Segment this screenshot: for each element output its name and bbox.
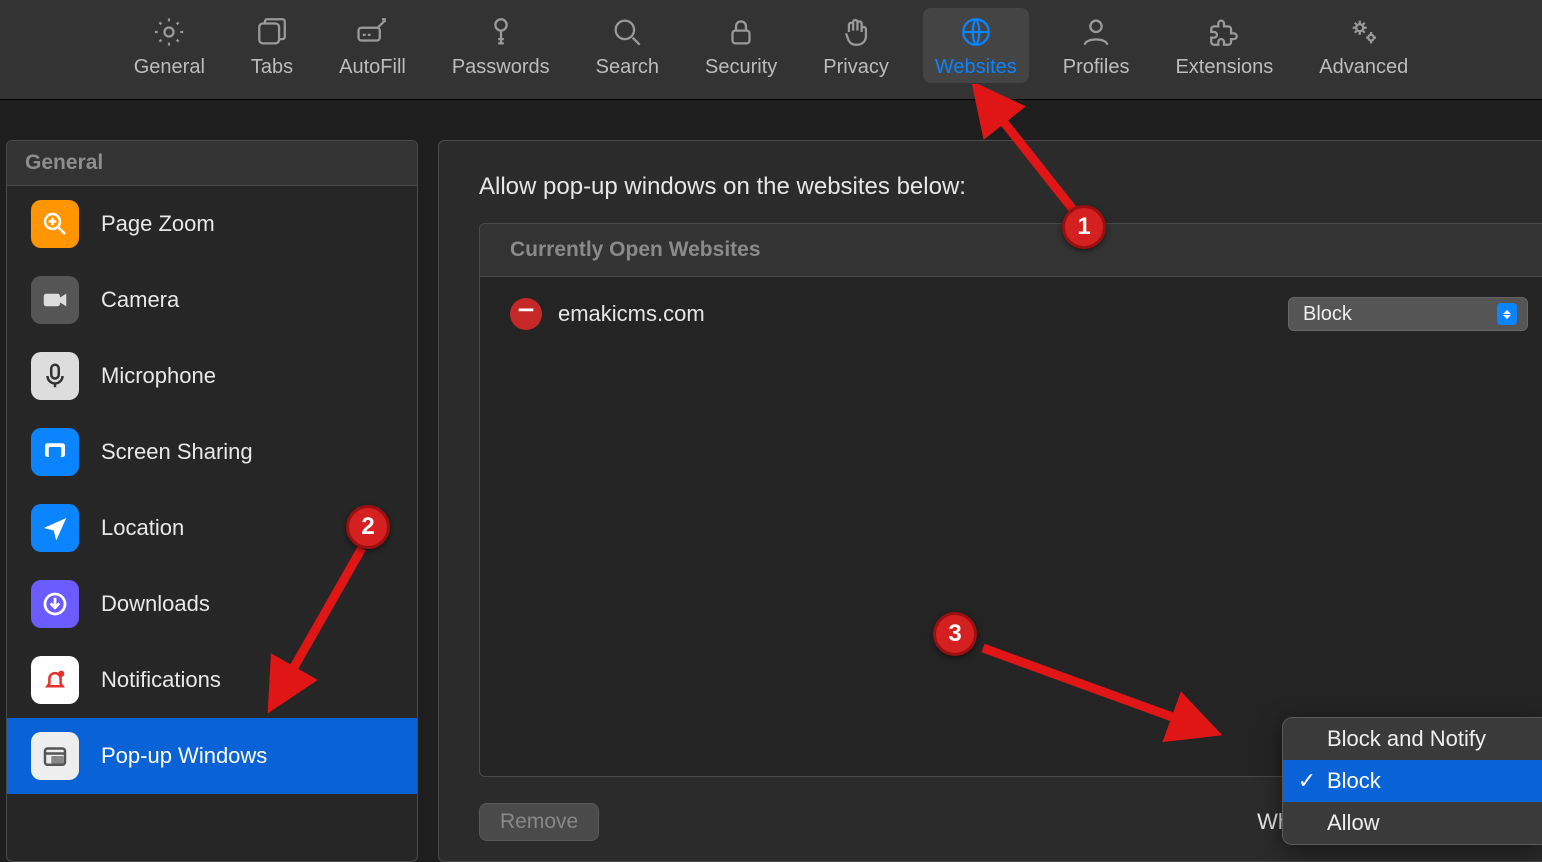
toolbar-passwords[interactable]: Passwords xyxy=(440,8,562,83)
toolbar-label: Tabs xyxy=(251,56,293,79)
toolbar-label: Websites xyxy=(935,56,1017,79)
sidebar-item-popup-windows[interactable]: Pop-up Windows xyxy=(7,718,417,794)
sidebar-item-microphone[interactable]: Microphone xyxy=(7,338,417,414)
toolbar-label: Passwords xyxy=(452,56,550,79)
check-icon: ✓ xyxy=(1297,768,1317,794)
menu-item-label: Block xyxy=(1327,768,1381,794)
website-list-box: Currently Open Websites emakicms.com Blo… xyxy=(479,223,1542,777)
downloads-icon xyxy=(31,580,79,628)
toolbar-label: General xyxy=(134,56,205,79)
toolbar-search[interactable]: Search xyxy=(584,8,671,83)
toolbar-extensions[interactable]: Extensions xyxy=(1163,8,1285,83)
menu-item-block-and-notify[interactable]: Block and Notify xyxy=(1283,718,1542,760)
puzzle-icon xyxy=(1206,14,1242,50)
annotation-badge-2: 2 xyxy=(346,505,390,549)
tabs-icon xyxy=(254,14,290,50)
toolbar-autofill[interactable]: AutoFill xyxy=(327,8,418,83)
gear-icon xyxy=(151,14,187,50)
bell-icon xyxy=(31,656,79,704)
sidebar-item-label: Page Zoom xyxy=(101,211,215,237)
sidebar-item-label: Pop-up Windows xyxy=(101,743,267,769)
toolbar-advanced[interactable]: Advanced xyxy=(1307,8,1420,83)
toolbar-tabs[interactable]: Tabs xyxy=(239,8,305,83)
sidebar-item-screen-sharing[interactable]: Screen Sharing xyxy=(7,414,417,490)
toolbar-websites[interactable]: Websites xyxy=(923,8,1029,83)
microphone-icon xyxy=(31,352,79,400)
camera-icon xyxy=(31,276,79,324)
screen-sharing-icon xyxy=(31,428,79,476)
toolbar-general[interactable]: General xyxy=(122,8,217,83)
dropdown-value: Block xyxy=(1303,303,1352,326)
menu-item-block[interactable]: ✓ Block xyxy=(1283,760,1542,802)
toolbar-profiles[interactable]: Profiles xyxy=(1051,8,1142,83)
currently-open-header: Currently Open Websites xyxy=(480,224,1542,277)
menu-item-label: Block and Notify xyxy=(1327,726,1486,752)
globe-icon xyxy=(958,14,994,50)
menu-item-label: Allow xyxy=(1327,810,1380,836)
sidebar-item-page-zoom[interactable]: Page Zoom xyxy=(7,186,417,262)
sidebar-item-label: Location xyxy=(101,515,184,541)
website-row[interactable]: emakicms.com Block xyxy=(480,277,1542,351)
site-policy-dropdown[interactable]: Block xyxy=(1288,297,1528,331)
sidebar-item-camera[interactable]: Camera xyxy=(7,262,417,338)
hand-icon xyxy=(838,14,874,50)
settings-sidebar: General Page Zoom Camera Microphone Scre… xyxy=(6,140,418,862)
toolbar-label: Advanced xyxy=(1319,56,1408,79)
main-panel: Allow pop-up windows on the websites bel… xyxy=(438,140,1542,862)
toolbar-label: Extensions xyxy=(1175,56,1273,79)
sidebar-item-label: Camera xyxy=(101,287,179,313)
sidebar-item-label: Downloads xyxy=(101,591,210,617)
toolbar-security[interactable]: Security xyxy=(693,8,789,83)
toolbar-label: Profiles xyxy=(1063,56,1130,79)
sidebar-item-downloads[interactable]: Downloads xyxy=(7,566,417,642)
gears-icon xyxy=(1346,14,1382,50)
sidebar-item-notifications[interactable]: Notifications xyxy=(7,642,417,718)
main-title: Allow pop-up windows on the websites bel… xyxy=(479,173,1542,201)
site-favicon-icon xyxy=(510,298,542,330)
sidebar-item-label: Notifications xyxy=(101,667,221,693)
popup-window-icon xyxy=(31,732,79,780)
other-websites-policy-menu[interactable]: Block and Notify ✓ Block Allow xyxy=(1282,717,1542,845)
chevron-updown-icon xyxy=(1497,303,1517,325)
menu-item-allow[interactable]: Allow xyxy=(1283,802,1542,844)
zoom-icon xyxy=(31,200,79,248)
toolbar-privacy[interactable]: Privacy xyxy=(811,8,901,83)
sidebar-item-label: Screen Sharing xyxy=(101,439,253,465)
sidebar-item-label: Microphone xyxy=(101,363,216,389)
key-icon xyxy=(483,14,519,50)
annotation-badge-3: 3 xyxy=(933,612,977,656)
website-domain: emakicms.com xyxy=(558,301,705,327)
preferences-toolbar: General Tabs AutoFill Passwords Search S… xyxy=(0,0,1542,100)
toolbar-label: Search xyxy=(596,56,659,79)
lock-icon xyxy=(723,14,759,50)
profile-icon xyxy=(1078,14,1114,50)
annotation-badge-1: 1 xyxy=(1062,205,1106,249)
location-icon xyxy=(31,504,79,552)
toolbar-label: Privacy xyxy=(823,56,889,79)
toolbar-label: Security xyxy=(705,56,777,79)
search-icon xyxy=(609,14,645,50)
remove-button[interactable]: Remove xyxy=(479,803,599,841)
toolbar-label: AutoFill xyxy=(339,56,406,79)
sidebar-section-header: General xyxy=(7,141,417,186)
autofill-icon xyxy=(354,14,390,50)
